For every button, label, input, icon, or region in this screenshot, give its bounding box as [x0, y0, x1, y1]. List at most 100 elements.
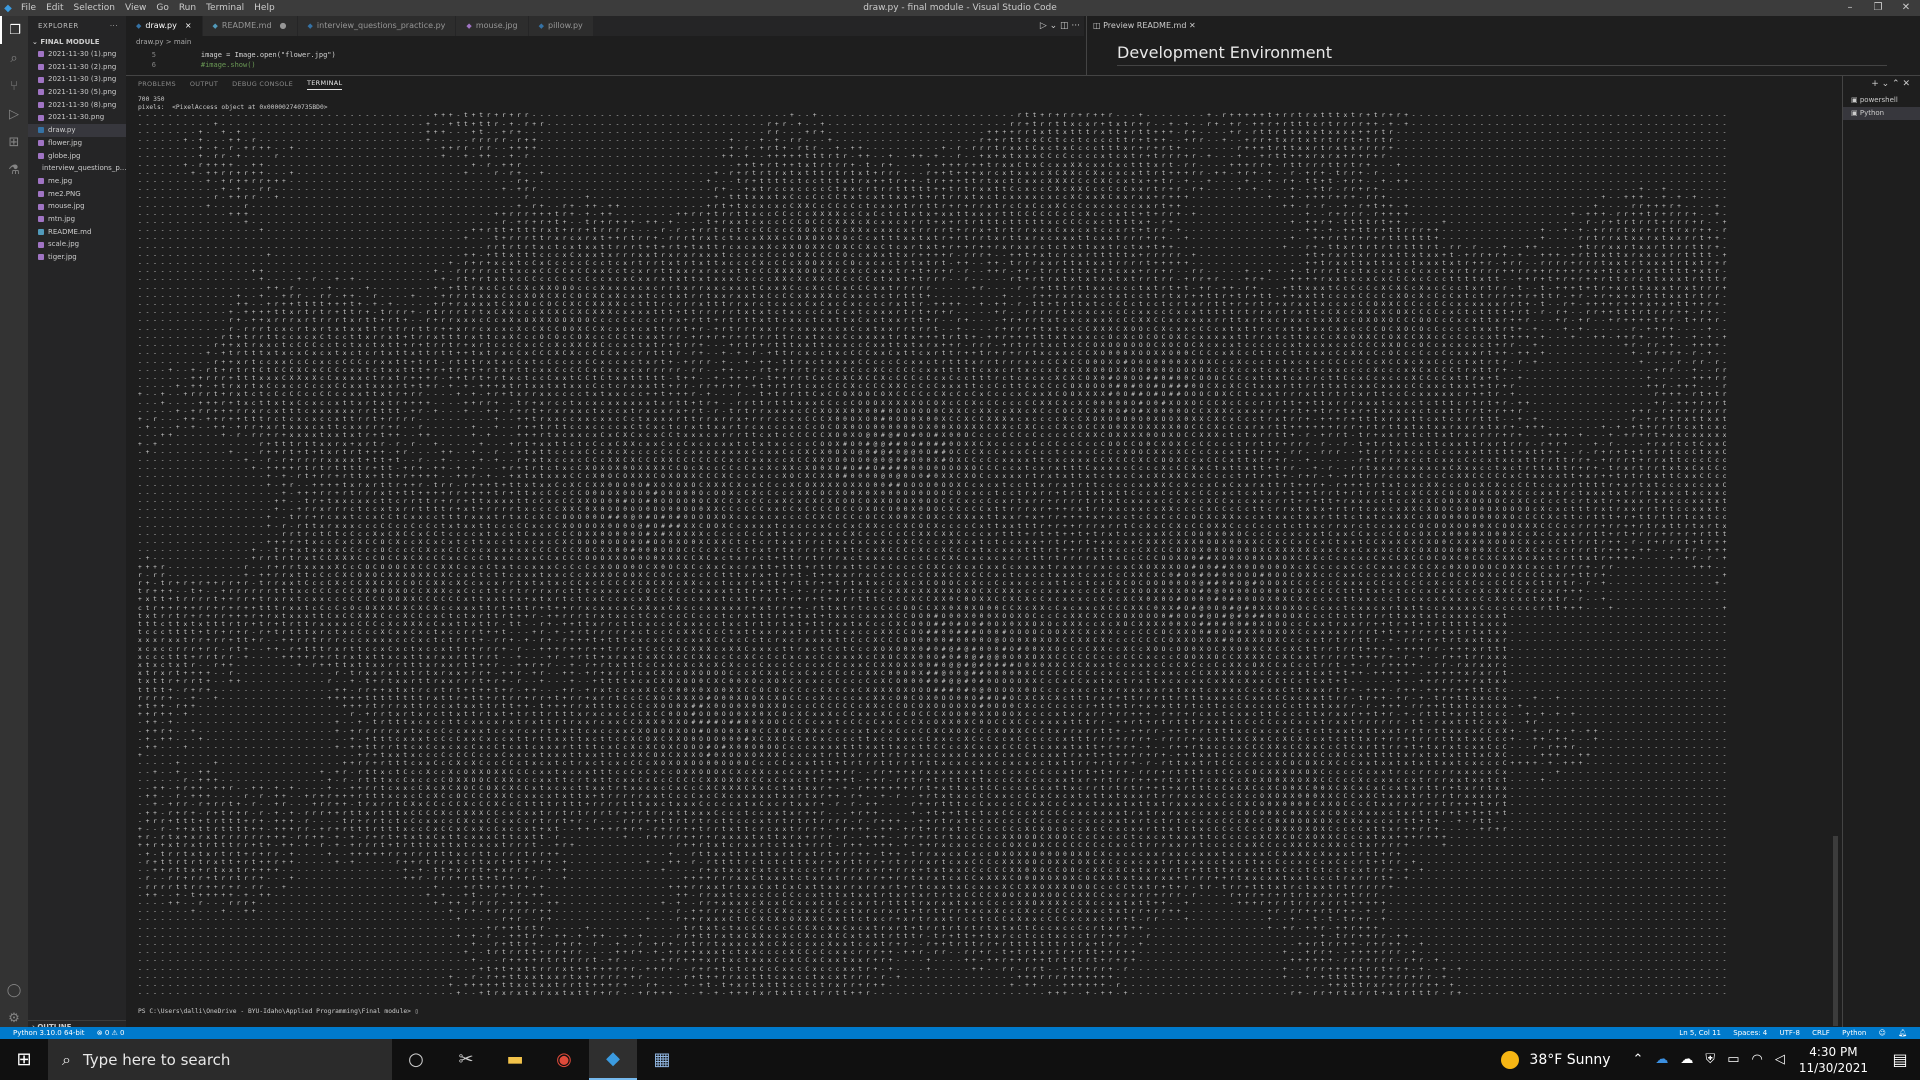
- cortana-icon[interactable]: ○: [392, 1039, 440, 1080]
- clock[interactable]: 4:30 PM 11/30/2021: [1799, 1044, 1868, 1076]
- onedrive-personal-icon[interactable]: ☁: [1680, 1052, 1693, 1067]
- file-list: 2021-11-30 (1).png 2021-11-30 (2).png 2021…: [28, 48, 126, 264]
- windows-start-icon[interactable]: ⊞: [0, 1039, 48, 1080]
- file-type-icon: [38, 152, 44, 159]
- file-item[interactable]: 2021-11-30 (2).png: [28, 61, 126, 74]
- indentation[interactable]: Spaces: 4: [1733, 1029, 1767, 1037]
- explorer-icon[interactable]: ❐: [0, 16, 28, 44]
- wifi-icon[interactable]: ◠: [1751, 1052, 1762, 1067]
- tab-mouse-jpg[interactable]: ◆ mouse.jpg: [456, 16, 529, 36]
- language-mode[interactable]: Python: [1842, 1029, 1866, 1037]
- file-item[interactable]: tiger.jpg: [28, 251, 126, 264]
- source-control-icon[interactable]: ⑂: [0, 72, 28, 100]
- file-type-icon: [38, 64, 44, 71]
- volume-icon[interactable]: ◁: [1775, 1052, 1785, 1067]
- account-icon[interactable]: ◯: [0, 976, 28, 1004]
- run-debug-icon[interactable]: ▷: [0, 100, 28, 128]
- terminal-scrollbar[interactable]: [1833, 836, 1838, 1026]
- menu-item-file[interactable]: File: [16, 3, 41, 13]
- menu-bar: File Edit Selection View Go Run Terminal Help: [16, 3, 280, 13]
- run-icon[interactable]: ▷: [1040, 21, 1047, 31]
- menu-item-help[interactable]: Help: [249, 3, 280, 13]
- split-editor-icon[interactable]: ◫: [1060, 21, 1069, 31]
- chrome-icon[interactable]: ◉: [540, 1039, 588, 1080]
- panel-tab-output[interactable]: OUTPUT: [190, 80, 218, 88]
- taskbar-search[interactable]: ⌕ Type here to search: [48, 1039, 392, 1080]
- cursor-position[interactable]: Ln 5, Col 11: [1679, 1029, 1721, 1037]
- file-item[interactable]: flower.jpg: [28, 137, 126, 150]
- file-item[interactable]: README.md: [28, 226, 126, 239]
- file-type-icon: [38, 216, 44, 223]
- breadcrumb[interactable]: draw.py > main: [126, 36, 1084, 49]
- file-item[interactable]: me.jpg: [28, 175, 126, 188]
- code-line[interactable]: #image.show(): [184, 61, 256, 69]
- markdown-preview: ◫ Preview README.md ✕ Development Enviro…: [1086, 16, 1920, 75]
- preview-tab[interactable]: ◫ Preview README.md ✕: [1087, 16, 1196, 36]
- unsaved-dot-icon[interactable]: ●: [280, 16, 287, 36]
- terminal-instance[interactable]: ▣ Python: [1843, 107, 1920, 120]
- file-explorer-icon[interactable]: ▬: [491, 1039, 539, 1080]
- search-icon[interactable]: ⌕: [0, 44, 28, 72]
- file-item[interactable]: mtn.jpg: [28, 213, 126, 226]
- action-center-icon[interactable]: ▤: [1880, 1050, 1920, 1069]
- weather-widget[interactable]: 38°F Sunny: [1501, 1050, 1611, 1069]
- more-icon[interactable]: ···: [1071, 21, 1080, 31]
- menu-item-terminal[interactable]: Terminal: [201, 3, 249, 13]
- code-editor[interactable]: 5 image = Image.open("flower.jpg") 6 #ima…: [126, 49, 1084, 73]
- file-item[interactable]: 2021-11-30 (3).png: [28, 73, 126, 86]
- close-icon[interactable]: ✕: [1892, 0, 1920, 16]
- file-type-icon: ◆: [136, 16, 141, 36]
- file-item[interactable]: draw.py: [28, 124, 126, 137]
- terminal-instance[interactable]: ▣ powershell: [1843, 94, 1920, 107]
- file-item[interactable]: 2021-11-30.png: [28, 111, 126, 124]
- calculator-icon[interactable]: ▦: [638, 1039, 686, 1080]
- file-item[interactable]: mouse.jpg: [28, 200, 126, 213]
- panel-tab-debug-console[interactable]: DEBUG CONSOLE: [232, 80, 293, 88]
- terminal-prompt[interactable]: PS C:\Users\dalli\OneDrive - BYU-Idaho\A…: [138, 1008, 1738, 1016]
- python-interpreter[interactable]: Python 3.10.0 64-bit: [13, 1029, 85, 1037]
- menu-item-view[interactable]: View: [120, 3, 151, 13]
- snipping-tool-icon[interactable]: ✂: [442, 1039, 490, 1080]
- search-icon: ⌕: [62, 1050, 71, 1070]
- system-tray: 38°F Sunny ⌃ ☁ ☁ ⛨ ▭ ◠ ◁ 4:30 PM 11/30/2…: [1501, 1039, 1920, 1080]
- file-item[interactable]: 2021-11-30 (8).png: [28, 99, 126, 112]
- code-line[interactable]: image = Image.open("flower.jpg"): [184, 51, 336, 59]
- vscode-taskbar-icon[interactable]: ◆: [589, 1039, 637, 1080]
- file-item[interactable]: me2.PNG: [28, 188, 126, 201]
- menu-item-run[interactable]: Run: [174, 3, 201, 13]
- tab-draw-py[interactable]: ◆ draw.py ×: [126, 16, 203, 36]
- chevron-up-icon[interactable]: ⌃: [1633, 1052, 1644, 1067]
- terminal-icon: ▣: [1851, 109, 1860, 117]
- tab-readme-md[interactable]: ◆ README.md ●: [202, 16, 298, 36]
- file-item[interactable]: interview_questions_p...: [28, 162, 126, 175]
- line-ending[interactable]: CRLF: [1812, 1029, 1830, 1037]
- menu-item-selection[interactable]: Selection: [69, 3, 120, 13]
- problems-count[interactable]: ⊗ 0 ⚠ 0: [97, 1029, 125, 1037]
- terminal-output[interactable]: 700 350 pixels: <PixelAccess object at 0x…: [138, 96, 1738, 1026]
- testing-icon[interactable]: ⚗: [0, 156, 28, 184]
- battery-icon[interactable]: ▭: [1727, 1052, 1739, 1067]
- file-item[interactable]: 2021-11-30 (1).png: [28, 48, 126, 61]
- menu-item-edit[interactable]: Edit: [41, 3, 68, 13]
- more-actions-icon[interactable]: ···: [110, 16, 118, 36]
- folder-section[interactable]: ⌄ FINAL MODULE: [28, 36, 126, 48]
- file-item[interactable]: scale.jpg: [28, 238, 126, 251]
- panel-tab-problems[interactable]: PROBLEMS: [138, 80, 176, 88]
- security-icon[interactable]: ⛨: [1705, 1052, 1715, 1067]
- explorer-header: EXPLORER ···: [28, 16, 126, 36]
- tab-pillow-py[interactable]: ◆ pillow.py: [528, 16, 594, 36]
- onedrive-icon[interactable]: ☁: [1655, 1052, 1668, 1067]
- notifications-icon[interactable]: 🔔︎: [1898, 1029, 1907, 1037]
- tab-interview-questions-practice-py[interactable]: ◆ interview_questions_practice.py: [297, 16, 457, 36]
- close-tab-icon[interactable]: ×: [185, 16, 192, 36]
- encoding[interactable]: UTF-8: [1780, 1029, 1800, 1037]
- menu-item-go[interactable]: Go: [151, 3, 173, 13]
- file-item[interactable]: 2021-11-30 (5).png: [28, 86, 126, 99]
- feedback-icon[interactable]: ☺: [1879, 1029, 1886, 1037]
- restore-icon[interactable]: ❐: [1864, 0, 1892, 16]
- file-type-icon: [38, 102, 44, 109]
- panel-tab-terminal[interactable]: TERMINAL: [307, 79, 343, 90]
- file-item[interactable]: globe.jpg: [28, 150, 126, 163]
- minimize-icon[interactable]: –: [1836, 0, 1864, 16]
- extensions-icon[interactable]: ⊞: [0, 128, 28, 156]
